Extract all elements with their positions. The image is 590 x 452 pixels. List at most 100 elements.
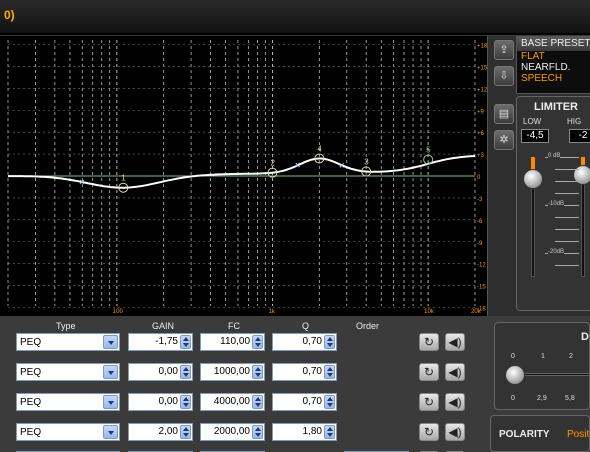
- delay-bottom-0: 0: [511, 395, 515, 402]
- spinner-icon[interactable]: [324, 395, 335, 409]
- polarity-label: POLARITY: [499, 429, 550, 440]
- filter-point-label: 3: [364, 157, 369, 166]
- delay-slider[interactable]: [505, 365, 525, 385]
- filter-point-label: 2: [270, 159, 275, 168]
- delay-top-2: 2: [569, 353, 573, 360]
- limiter-scale-10db: -10dB: [548, 201, 565, 207]
- gain-input[interactable]: -1,75: [128, 333, 193, 351]
- speaker-icon[interactable]: ◀): [445, 393, 465, 411]
- fc-input[interactable]: 1000,00: [200, 363, 265, 381]
- chevron-down-icon[interactable]: [103, 335, 118, 349]
- q-handle-marker[interactable]: ×: [295, 160, 300, 170]
- fc-value: 2000,00: [213, 426, 250, 437]
- gain-input[interactable]: 2,00: [128, 423, 193, 441]
- delay-top-0: 0: [511, 353, 515, 360]
- col-header-fc: FC: [228, 321, 240, 331]
- col-header-order: Order: [356, 321, 380, 331]
- spinner-icon[interactable]: [180, 365, 191, 379]
- table-row: PEQ 0,00 4000,00 0,70 ↻ ◀): [0, 393, 488, 415]
- spinner-icon[interactable]: [324, 365, 335, 379]
- delay-panel: D 0 1 2 0 2,9 5,8: [494, 322, 590, 410]
- q-value: 0,70: [302, 336, 322, 347]
- x-axis-label: 10k: [424, 309, 435, 315]
- fc-input[interactable]: 110,00: [200, 333, 265, 351]
- limiter-scale-0db: 0 dB: [548, 153, 561, 159]
- app-window: 0) +18 +15 +12 +9 +6 +3 0 -3 -6 -9 -12 -15 -18 100 1k 1…: [0, 0, 590, 452]
- gain-value: 0,00: [158, 366, 178, 377]
- filter-point-label: 1: [121, 174, 126, 183]
- table-row: PEQ 2,00 2000,00 1,80 ↻ ◀): [0, 423, 488, 445]
- col-header-q: Q: [302, 321, 310, 331]
- filter-type-select[interactable]: PEQ: [16, 393, 120, 411]
- chevron-down-icon[interactable]: [103, 425, 118, 439]
- limiter-title: LIMITER: [534, 101, 578, 113]
- chevron-down-icon[interactable]: [103, 395, 118, 409]
- filter-table: Type GAIN FC Q Order PEQ -1,75 110,00 0,70 ↻…: [0, 316, 488, 452]
- eq-response-curve: [8, 155, 476, 189]
- gain-input[interactable]: 0,00: [128, 393, 193, 411]
- q-handle-marker[interactable]: ×: [339, 160, 344, 170]
- filter-type-select[interactable]: PEQ: [16, 333, 120, 351]
- speaker-icon[interactable]: ◀): [445, 423, 465, 441]
- q-input[interactable]: 0,70: [272, 363, 337, 381]
- window-title: 0): [4, 8, 15, 22]
- y-axis-label: -15: [477, 285, 486, 291]
- spinner-icon[interactable]: [252, 335, 263, 349]
- speaker-icon[interactable]: ◀): [445, 333, 465, 351]
- spinner-icon[interactable]: [180, 395, 191, 409]
- fc-input[interactable]: 4000,00: [200, 393, 265, 411]
- q-handle-marker[interactable]: ×: [79, 177, 84, 187]
- spinner-icon[interactable]: [252, 395, 263, 409]
- fc-value: 4000,00: [213, 396, 250, 407]
- q-value: 0,70: [302, 396, 322, 407]
- spinner-icon[interactable]: [324, 425, 335, 439]
- filter-type-select[interactable]: PEQ: [16, 423, 120, 441]
- spinner-icon[interactable]: [252, 365, 263, 379]
- reset-icon[interactable]: ↻: [419, 423, 439, 441]
- fc-value: 1000,00: [213, 366, 250, 377]
- x-axis-label: 1k: [268, 309, 275, 315]
- speaker-icon[interactable]: ◀): [445, 363, 465, 381]
- x-axis-label: 100: [113, 309, 124, 315]
- fc-input[interactable]: 2000,00: [200, 423, 265, 441]
- folder-icon[interactable]: ▤: [494, 104, 514, 124]
- preset-option-speech[interactable]: SPEECH: [517, 73, 590, 84]
- spinner-icon[interactable]: [324, 335, 335, 349]
- reset-icon[interactable]: ↻: [419, 393, 439, 411]
- q-input[interactable]: 0,70: [272, 333, 337, 351]
- reset-icon[interactable]: ↻: [419, 333, 439, 351]
- delay-bottom-2: 5,8: [565, 395, 575, 402]
- polarity-value[interactable]: Positi: [567, 429, 589, 440]
- y-axis-label: 0: [477, 175, 481, 181]
- filter-type-select[interactable]: PEQ: [16, 363, 120, 381]
- x-axis-label: 20k: [471, 309, 482, 315]
- eq-graph[interactable]: +18 +15 +12 +9 +6 +3 0 -3 -6 -9 -12 -15 -18 100 1k 10k 2…: [0, 36, 488, 316]
- limiter-scale: 0 dB -10dB -20dB: [539, 153, 579, 275]
- fc-value: 110,00: [220, 336, 250, 347]
- q-input[interactable]: 0,70: [272, 393, 337, 411]
- export-icon[interactable]: ⇪: [494, 40, 514, 60]
- delay-title: D: [581, 331, 589, 343]
- limiter-high-value[interactable]: -2: [569, 129, 590, 143]
- q-input[interactable]: 1,80: [272, 423, 337, 441]
- gear-icon[interactable]: ✲: [494, 130, 514, 150]
- reset-icon[interactable]: ↻: [419, 363, 439, 381]
- eq-graph-canvas[interactable]: +18+15+12+9+6+30-3-6-9-12-15-18100 1k 10k 2…: [0, 36, 488, 316]
- spinner-icon[interactable]: [180, 335, 191, 349]
- base-preset-panel: BASE PRESET FLAT NEARFLD. SPEECH: [516, 36, 590, 94]
- limiter-panel: LIMITER LOW HIG -4,5 -2 0 dB -10dB -20dB: [516, 96, 590, 311]
- import-icon[interactable]: ⇩: [494, 66, 514, 86]
- spinner-icon[interactable]: [180, 425, 191, 439]
- y-axis-label: +18: [477, 44, 488, 50]
- preset-option-nearfield[interactable]: NEARFLD.: [517, 62, 590, 73]
- chevron-down-icon[interactable]: [103, 365, 118, 379]
- y-axis-label: -3: [477, 197, 483, 203]
- limiter-high-label: HIG: [567, 117, 582, 126]
- gain-input[interactable]: 0,00: [128, 363, 193, 381]
- preset-option-flat[interactable]: FLAT: [517, 51, 590, 62]
- spinner-icon[interactable]: [252, 425, 263, 439]
- gain-value: 2,00: [158, 426, 178, 437]
- y-axis-label: +3: [477, 153, 485, 159]
- limiter-low-value[interactable]: -4,5: [521, 129, 549, 143]
- limiter-scale-20db: -20dB: [548, 249, 565, 255]
